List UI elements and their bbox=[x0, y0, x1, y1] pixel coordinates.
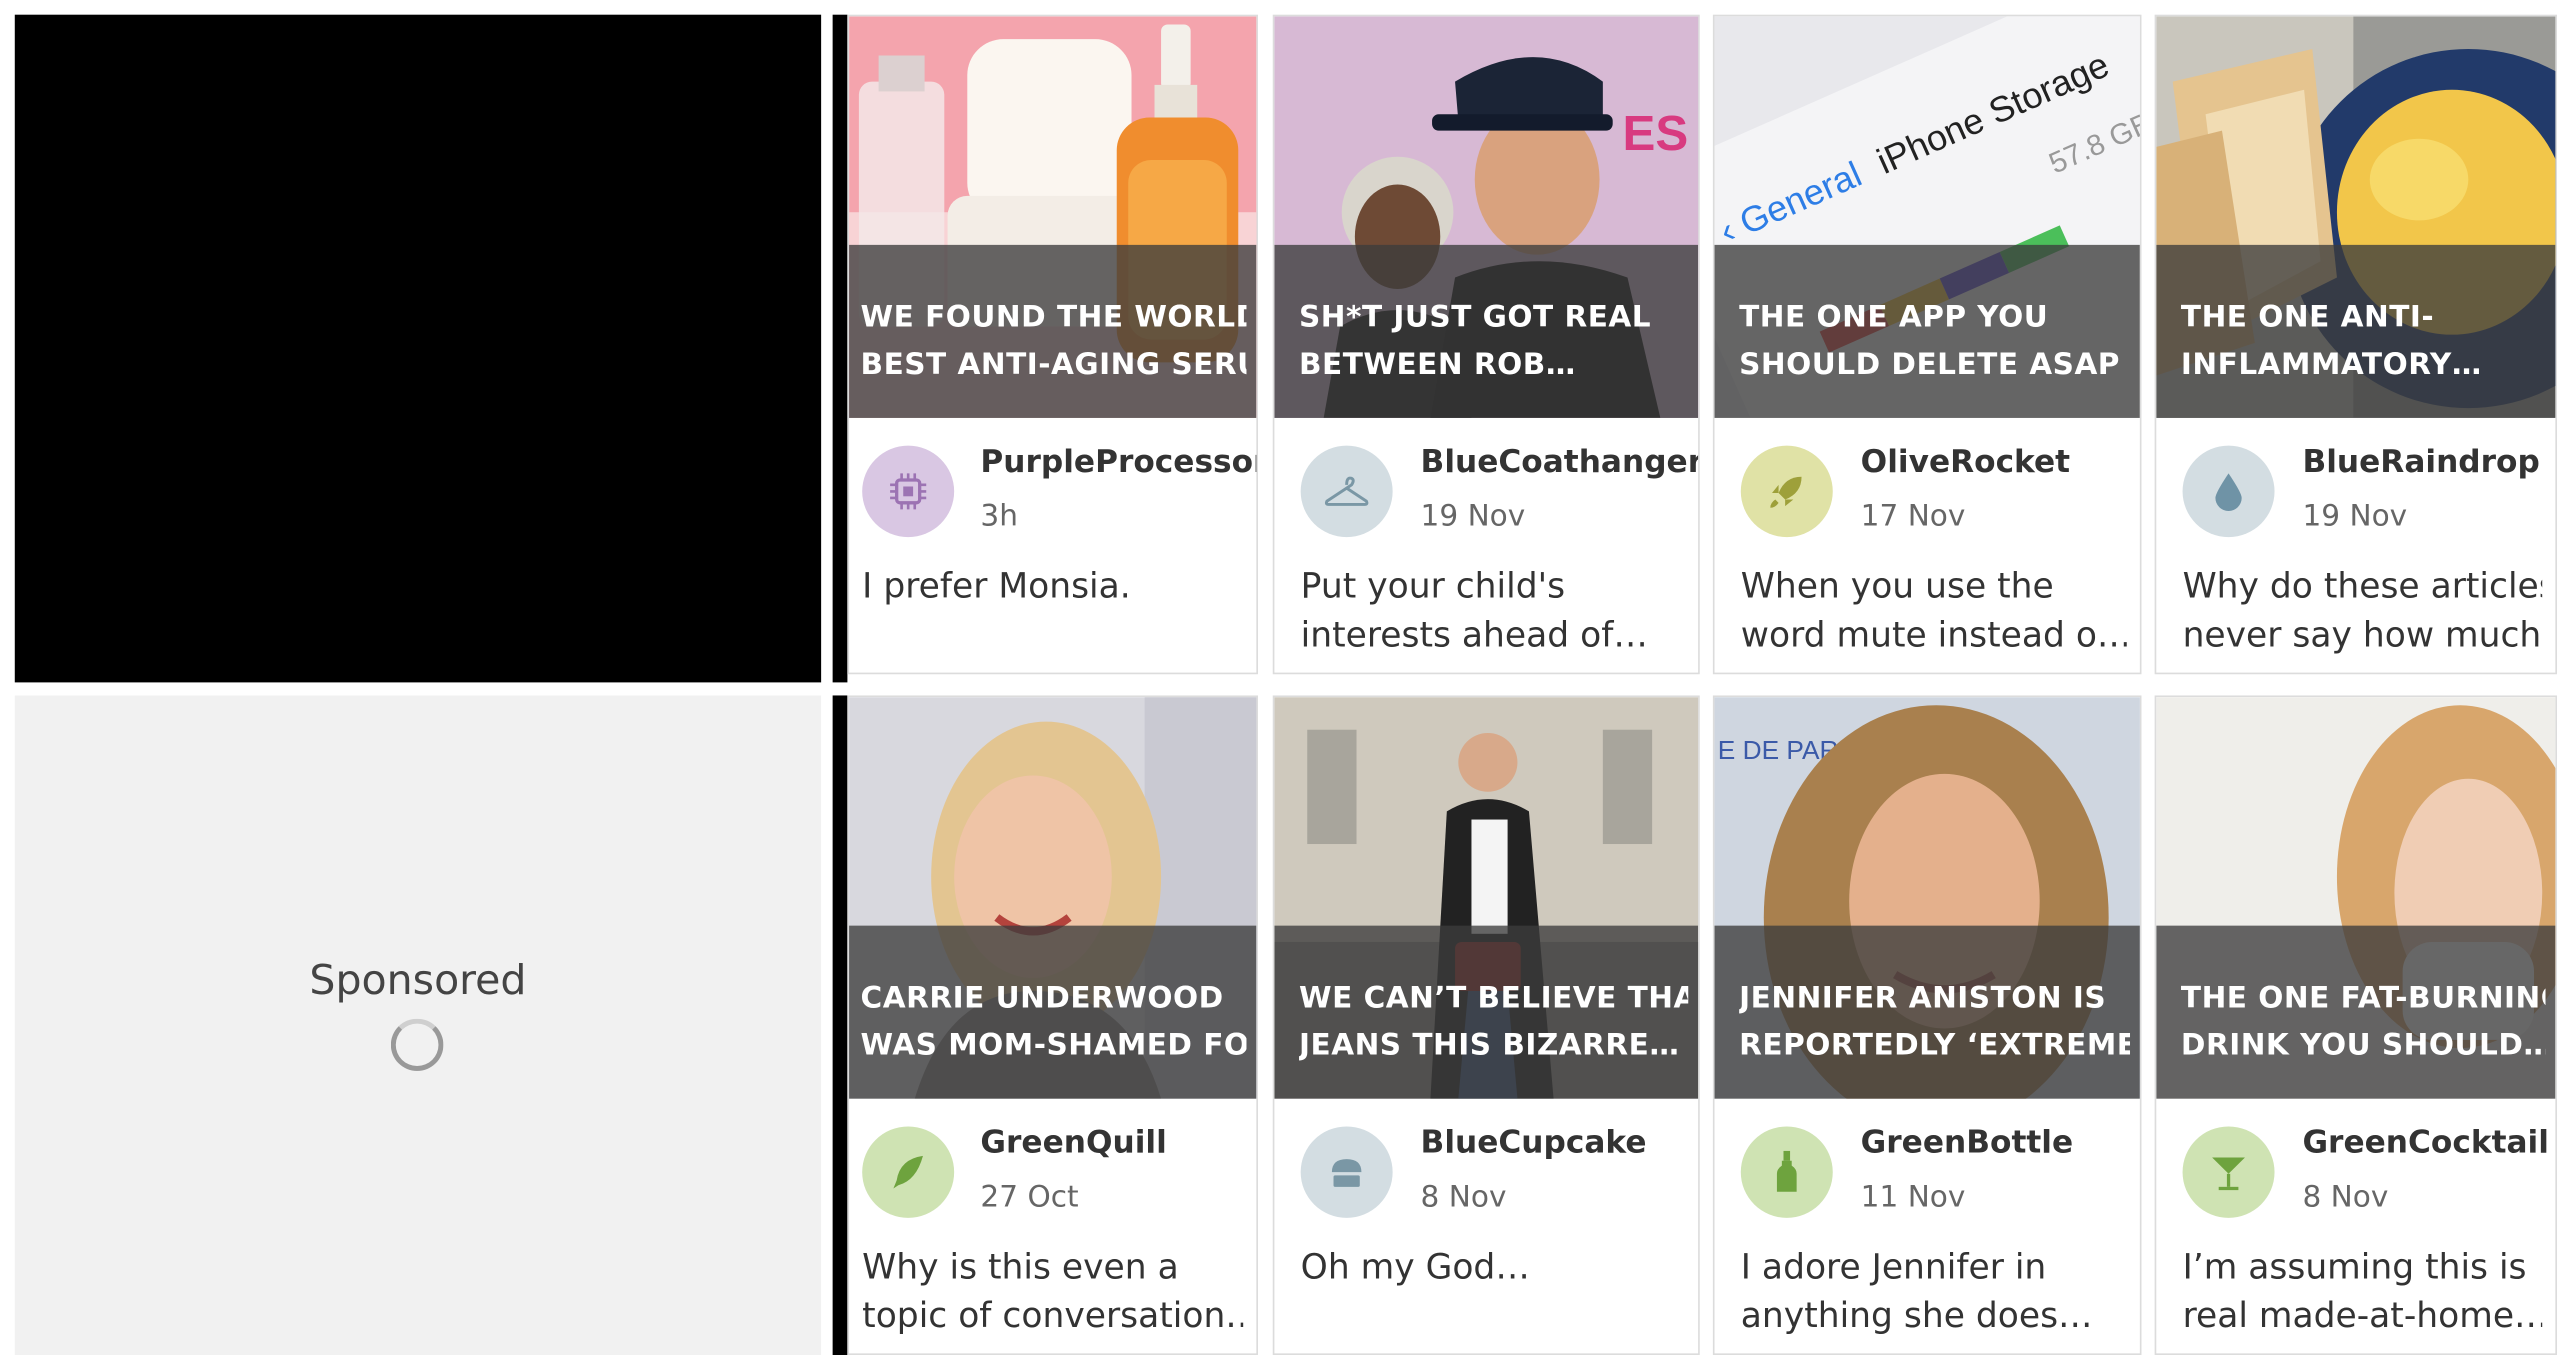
headline-line: REPORTEDLY ‘EXTREME… bbox=[1739, 1028, 2131, 1063]
article-card[interactable]: CARRIE UNDERWOOD WAS MOM-SHAMED FO… Gree… bbox=[847, 695, 1258, 1355]
comment-text[interactable]: I’m assuming this is real made-at-home… bbox=[2183, 1242, 2543, 1340]
headline-line: JENNIFER ANISTON IS bbox=[1739, 981, 2107, 1016]
article-headline[interactable]: SH*T JUST GOT REAL BETWEEN ROB… bbox=[1299, 294, 1688, 389]
comment-username[interactable]: BlueRaindrop bbox=[2302, 444, 2539, 480]
cocktail-icon bbox=[2212, 1157, 2245, 1191]
comment-line: I’m assuming this is bbox=[2182, 1247, 2527, 1287]
comment-line: anything she does… bbox=[1740, 1296, 2093, 1336]
sponsored-label: Sponsored bbox=[309, 956, 527, 1005]
comment-text[interactable]: I adore Jennifer in anything she does… bbox=[1741, 1242, 2127, 1340]
comment-username[interactable]: OliveRocket bbox=[1861, 444, 2070, 480]
article-card[interactable]: WE FOUND THE WORLD’S BEST ANTI-AGING SER… bbox=[847, 14, 1258, 675]
article-card[interactable]: WE CAN’T BELIEVE THAT JEANS THIS BIZARRE… bbox=[1272, 695, 1700, 1355]
avatar bbox=[2182, 445, 2275, 538]
comment-line: Why is this even a bbox=[862, 1247, 1179, 1287]
headline-line: BETWEEN ROB… bbox=[1299, 347, 1576, 383]
comment-username[interactable]: GreenCocktail bbox=[2302, 1125, 2548, 1161]
comment-timestamp: 8 Nov bbox=[2302, 1180, 2389, 1215]
loading-spinner-icon bbox=[390, 1018, 444, 1071]
headline-line: THE ONE ANTI- bbox=[2180, 300, 2435, 335]
article-card[interactable]: ‹ General iPhone Storage 57.8 GB THE ONE… bbox=[1712, 14, 2142, 675]
comment-username[interactable]: PurpleProcessor bbox=[980, 444, 1256, 480]
divider-bar bbox=[832, 14, 848, 683]
headline-line: CARRIE UNDERWOOD bbox=[860, 981, 1224, 1016]
divider-bar bbox=[832, 695, 848, 1355]
comment-line: word mute instead o… bbox=[1740, 615, 2127, 655]
comment-text[interactable]: Why do these articles never say how much… bbox=[2183, 562, 2543, 660]
article-headline[interactable]: THE ONE FAT-BURNING DRINK YOU SHOULD… bbox=[2181, 975, 2546, 1070]
comment-timestamp: 8 Nov bbox=[1420, 1180, 1507, 1215]
article-headline[interactable]: THE ONE APP YOU SHOULD DELETE ASAP I… bbox=[1739, 294, 2130, 389]
headline-line: SH*T JUST GOT REAL bbox=[1299, 300, 1652, 335]
avatar bbox=[1740, 1126, 1833, 1218]
article-headline[interactable]: THE ONE ANTI- INFLAMMATORY… bbox=[2181, 294, 2546, 389]
article-card[interactable]: THE ONE FAT-BURNING DRINK YOU SHOULD… Gr… bbox=[2154, 695, 2557, 1355]
comment-text[interactable]: When you use the word mute instead o… bbox=[1741, 562, 2127, 660]
rocket-icon bbox=[1770, 476, 1802, 508]
comment-text[interactable]: Oh my God… bbox=[1301, 1242, 1685, 1291]
avatar bbox=[862, 445, 955, 538]
article-headline[interactable]: CARRIE UNDERWOOD WAS MOM-SHAMED FO… bbox=[861, 975, 1247, 1070]
comment-line: I prefer Monsia. bbox=[862, 566, 1131, 606]
comment-timestamp: 11 Nov bbox=[1860, 1180, 1966, 1215]
article-headline[interactable]: WE CAN’T BELIEVE THAT JEANS THIS BIZARRE… bbox=[1299, 975, 1688, 1070]
avatar bbox=[1300, 1126, 1393, 1218]
article-card[interactable]: E DE PARIS JENNIFER ANISTON IS REPORTEDL… bbox=[1712, 695, 2142, 1355]
comment-timestamp: 3h bbox=[980, 499, 1018, 534]
sponsored-panel[interactable]: Sponsored bbox=[14, 695, 822, 1355]
headline-line: THE ONE APP YOU bbox=[1739, 300, 2049, 335]
comment-timestamp: 27 Oct bbox=[980, 1180, 1079, 1215]
article-card[interactable]: THE ONE ANTI- INFLAMMATORY… BlueRaindrop… bbox=[2154, 14, 2557, 675]
comment-line: I adore Jennifer in bbox=[1740, 1247, 2047, 1287]
headline-line: BEST ANTI-AGING SERU… bbox=[860, 347, 1247, 383]
article-headline[interactable]: WE FOUND THE WORLD’S BEST ANTI-AGING SER… bbox=[861, 294, 1247, 389]
headline-line: WAS MOM-SHAMED FO… bbox=[860, 1028, 1247, 1063]
avatar bbox=[2182, 1126, 2275, 1218]
comment-line: When you use the bbox=[1740, 566, 2054, 606]
page: Sponsored WE FOUND THE WORLD’S BEST ANTI… bbox=[0, 0, 2557, 1355]
comment-text[interactable]: I prefer Monsia. bbox=[862, 562, 1243, 611]
comment-line: real made-at-home… bbox=[2182, 1296, 2543, 1336]
comment-timestamp: 19 Nov bbox=[1420, 499, 1526, 534]
comment-text[interactable]: Why is this even a topic of conversation… bbox=[862, 1242, 1243, 1340]
bottle-icon bbox=[1776, 1150, 1797, 1192]
headline-line: DRINK YOU SHOULD… bbox=[2180, 1028, 2546, 1063]
coathanger-icon bbox=[1324, 476, 1369, 506]
comment-line: topic of conversation… bbox=[862, 1296, 1244, 1336]
headline-line: SHOULD DELETE ASAP I… bbox=[1739, 347, 2131, 383]
quill-icon bbox=[893, 1155, 923, 1189]
avatar bbox=[862, 1126, 955, 1218]
comment-line: never say how much… bbox=[2182, 615, 2543, 655]
headline-line: INFLAMMATORY… bbox=[2180, 347, 2482, 383]
processor-icon bbox=[890, 473, 927, 510]
video-player[interactable] bbox=[14, 14, 822, 683]
comment-timestamp: 19 Nov bbox=[2302, 499, 2408, 534]
comment-line: Why do these articles bbox=[2182, 566, 2543, 606]
headline-line: THE ONE FAT-BURNING bbox=[2180, 981, 2546, 1016]
headline-line: WE CAN’T BELIEVE THAT bbox=[1299, 981, 1689, 1016]
comment-username[interactable]: BlueCoathanger bbox=[1421, 444, 1699, 480]
comment-username[interactable]: GreenQuill bbox=[980, 1125, 1166, 1161]
comment-line: Put your child's bbox=[1300, 566, 1566, 606]
raindrop-icon bbox=[2215, 473, 2242, 511]
comment-text[interactable]: Put your child's interests ahead of… bbox=[1301, 562, 1685, 660]
cupcake-icon bbox=[1331, 1159, 1362, 1187]
comment-line: interests ahead of… bbox=[1300, 615, 1648, 655]
avatar bbox=[1300, 445, 1393, 538]
comment-timestamp: 17 Nov bbox=[1860, 499, 1966, 534]
headline-line: WE FOUND THE WORLD’S bbox=[860, 300, 1247, 335]
comment-username[interactable]: BlueCupcake bbox=[1421, 1125, 1647, 1161]
article-headline[interactable]: JENNIFER ANISTON IS REPORTEDLY ‘EXTREME… bbox=[1739, 975, 2130, 1070]
svg-text:ES: ES bbox=[1623, 107, 1689, 161]
headline-line: JEANS THIS BIZARRE… bbox=[1299, 1028, 1680, 1063]
article-card[interactable]: ES SH*T JUST GOT REAL BETWEEN ROB… BlueC… bbox=[1272, 14, 1700, 675]
comment-username[interactable]: GreenBottle bbox=[1861, 1125, 2073, 1161]
avatar bbox=[1740, 445, 1833, 538]
comment-line: Oh my God… bbox=[1300, 1247, 1530, 1287]
